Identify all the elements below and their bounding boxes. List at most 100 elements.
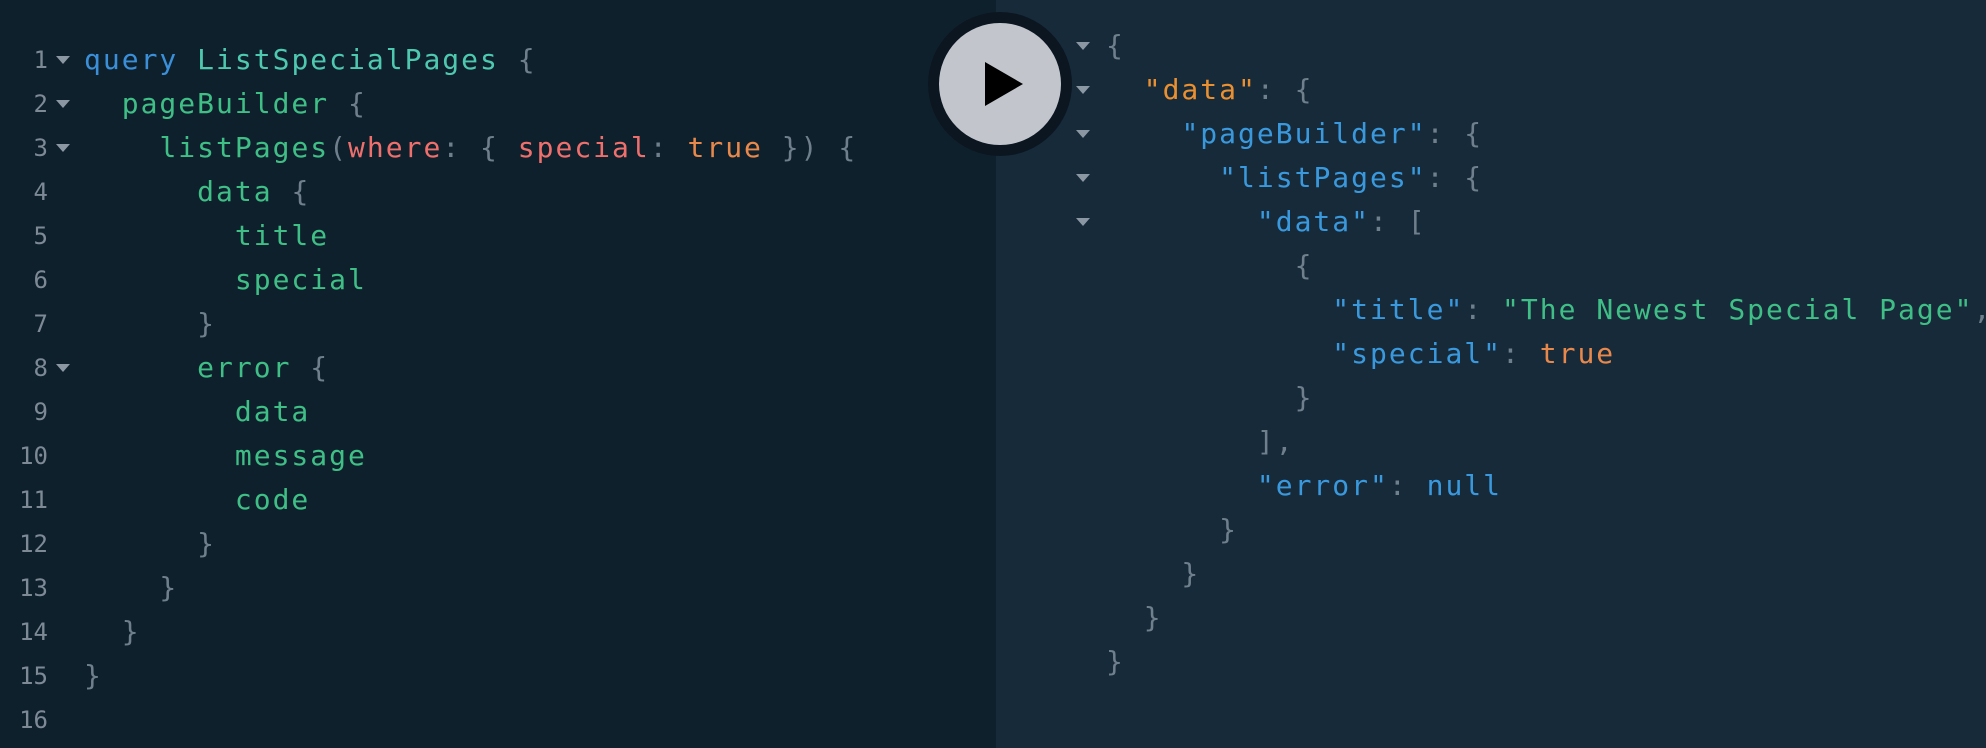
fold-arrow-icon[interactable] [56,144,70,152]
code-line: } [84,566,178,610]
result-line: } [996,596,1986,640]
code-token: { [291,351,330,384]
code-line: data { [84,170,310,214]
code-token: ( [329,131,349,164]
code-token: : [1502,337,1540,370]
code-token: special [234,263,367,296]
editor-line: 11 code [0,478,996,522]
code-line: } [1106,376,1313,420]
code-token: code [234,483,311,516]
editor-line: 8 error { [0,346,996,390]
line-number: 16 [19,706,48,734]
code-token: : { [1426,117,1484,150]
editor-line: 5 title [0,214,996,258]
code-token: } [1106,601,1163,634]
result-line: } [996,508,1986,552]
code-token: : [1388,469,1427,502]
code-token: } [1106,645,1125,678]
fold-arrow-icon[interactable] [56,100,70,108]
code-token: : { [1426,161,1484,194]
code-line: } [84,654,103,698]
fold-arrow-icon[interactable] [1076,42,1090,50]
play-icon [985,62,1023,106]
code-line: } [84,610,141,654]
code-line: error { [84,346,329,390]
code-token: listPages [159,131,330,164]
result-line: } [996,552,1986,596]
code-line: "data": { [1106,68,1313,112]
code-token: } [1106,513,1239,546]
code-token: : [649,131,688,164]
result-line: } [996,640,1986,684]
code-token: true [687,131,763,164]
code-line: message [84,434,367,478]
code-line: "error": null [1106,464,1502,508]
code-token: } [84,307,217,340]
code-token: data [197,175,273,208]
code-line: } [1106,552,1200,596]
code-token: where [348,131,443,164]
code-line: title [84,214,329,258]
code-line: { [1106,244,1313,288]
line-number: 5 [33,222,48,250]
result-line: { [996,24,1986,68]
code-line: } [84,522,216,566]
result-line: } [996,376,1986,420]
editor-line: 14 } [0,610,996,654]
code-token: } [1106,557,1201,590]
line-number: 11 [19,486,48,514]
line-number: 13 [19,574,48,602]
fold-arrow-icon[interactable] [1076,174,1090,182]
code-line: } [1106,508,1238,552]
code-token: "error" [1256,469,1389,502]
code-token: }) { [762,131,858,164]
line-number: 9 [33,398,48,426]
code-token: , [1973,293,1986,326]
code-token: } [1106,381,1314,414]
fold-arrow-icon[interactable] [56,364,70,372]
fold-arrow-icon[interactable] [1076,130,1090,138]
line-number: 2 [33,90,48,118]
code-line: special [84,258,367,302]
query-editor[interactable]: 1 query ListSpecialPages {2 pageBuilder {… [0,0,996,748]
fold-arrow-icon[interactable] [1076,218,1090,226]
fold-arrow-icon[interactable] [56,56,70,64]
line-number: 10 [19,442,48,470]
result-viewer: { "data": { "pageBuilder": { "listPages"… [996,0,1986,748]
code-token: } [84,615,141,648]
code-token: title [234,219,330,252]
line-number: 15 [19,662,48,690]
code-token: : { [442,131,518,164]
execute-query-button[interactable] [939,23,1061,145]
editor-line: 2 pageBuilder { [0,82,996,126]
code-line: "listPages": { [1106,156,1483,200]
line-number: 8 [33,354,48,382]
line-number: 6 [33,266,48,294]
code-line: ], [1106,420,1295,464]
code-token: ], [1106,425,1295,458]
editor-line: 15} [0,654,996,698]
editor-line: 12 } [0,522,996,566]
code-token: special [517,131,650,164]
code-token: message [234,439,367,472]
fold-arrow-icon[interactable] [1076,86,1090,94]
code-line: listPages(where: { special: true }) { [84,126,857,170]
code-token: "The Newest Special Page" [1502,293,1974,326]
code-token: } [84,659,103,692]
graphql-playground: 1 query ListSpecialPages {2 pageBuilder {… [0,0,1986,748]
editor-line: 4 data { [0,170,996,214]
code-line: "special": true [1106,332,1615,376]
code-token: { [329,87,367,120]
result-line: "error": null [996,464,1986,508]
code-token: data [234,395,311,428]
code-line: } [84,302,216,346]
